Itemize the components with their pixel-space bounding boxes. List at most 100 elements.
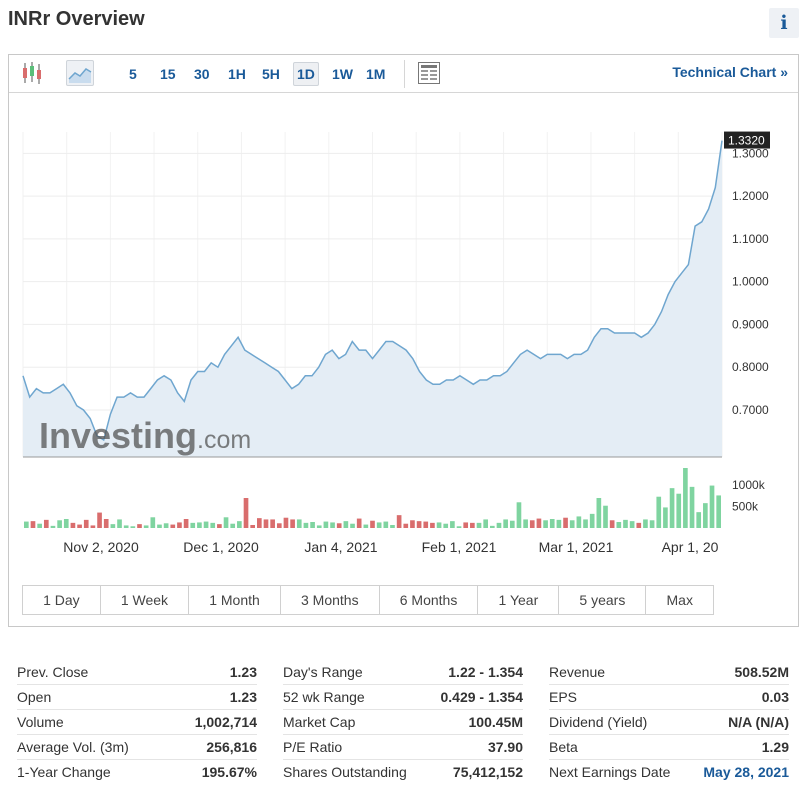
- range-1-year[interactable]: 1 Year: [478, 586, 560, 614]
- stat-row: 52 wk Range 0.429 - 1.354: [283, 685, 523, 710]
- volume-bar: [310, 522, 315, 528]
- volume-bar: [316, 525, 322, 528]
- volume-bar: [589, 513, 595, 528]
- interval-30[interactable]: 30: [191, 62, 213, 86]
- volume-bar: [656, 496, 662, 528]
- range-1-week[interactable]: 1 Week: [101, 586, 190, 614]
- volume-bar: [703, 503, 708, 528]
- range-6-months[interactable]: 6 Months: [380, 586, 479, 614]
- stat-value[interactable]: May 28, 2021: [703, 760, 789, 785]
- volume-bar: [237, 521, 242, 528]
- volume-bar: [423, 521, 429, 528]
- volume-bar: [217, 524, 222, 528]
- interval-1w[interactable]: 1W: [329, 62, 356, 86]
- stat-value: 1.29: [761, 739, 789, 755]
- volume-bar: [63, 519, 69, 528]
- volume-bar: [456, 526, 462, 528]
- volume-bar: [623, 519, 628, 528]
- volume-bar: [709, 485, 715, 528]
- volume-bar: [163, 523, 169, 528]
- volume-bar: [696, 512, 702, 528]
- x-tick-label: Apr 1, 20: [662, 539, 719, 555]
- stat-label: Dividend (Yield): [549, 714, 648, 730]
- y-tick-label: 1.1000: [732, 232, 769, 246]
- volume-bar: [43, 519, 49, 528]
- volume-bar: [177, 522, 182, 528]
- volume-bar: [450, 521, 455, 528]
- volume-bar: [529, 520, 535, 528]
- volume-bar: [443, 523, 449, 528]
- volume-bar: [323, 521, 329, 528]
- stat-row: Prev. Close 1.23: [17, 660, 257, 685]
- stat-row: Average Vol. (3m) 256,816: [17, 735, 257, 760]
- volume-bar: [37, 523, 42, 528]
- range-max[interactable]: Max: [646, 586, 713, 614]
- volume-bar: [603, 505, 608, 528]
- stat-value: 1.23: [229, 689, 257, 705]
- area-chart-icon[interactable]: [66, 60, 94, 86]
- range-3-months[interactable]: 3 Months: [281, 586, 380, 614]
- range-1-day[interactable]: 1 Day: [23, 586, 101, 614]
- stat-label: 52 wk Range: [283, 689, 365, 705]
- volume-bar: [183, 519, 189, 528]
- stat-value: 1.23: [229, 664, 257, 680]
- volume-bar: [103, 519, 109, 528]
- stat-row: Beta 1.29: [549, 735, 789, 760]
- interval-1h[interactable]: 1H: [225, 62, 249, 86]
- interval-5[interactable]: 5: [126, 62, 140, 86]
- volume-bar: [257, 518, 262, 528]
- volume-bar: [303, 522, 309, 528]
- interval-5h[interactable]: 5H: [259, 62, 283, 86]
- price-chart: 1.30001.20001.10001.00000.90000.80000.70…: [22, 131, 770, 555]
- volume-bar: [70, 522, 76, 528]
- volume-bar: [123, 525, 129, 528]
- range-5-years[interactable]: 5 years: [559, 586, 647, 614]
- volume-bar: [503, 519, 508, 528]
- candlestick-chart-icon[interactable]: [19, 60, 45, 86]
- stats-column-2: Day's Range 1.22 - 1.354 52 wk Range 0.429 …: [283, 660, 523, 785]
- y-tick-label: 0.7000: [732, 403, 769, 417]
- stat-value: 100.45M: [468, 714, 523, 730]
- x-tick-label: Nov 2, 2020: [63, 539, 139, 555]
- volume-bar: [203, 521, 209, 528]
- stat-row: Open 1.23: [17, 685, 257, 710]
- volume-bar: [296, 519, 302, 528]
- volume-bar: [24, 521, 29, 528]
- volume-bar: [356, 518, 362, 528]
- layout-icon[interactable]: [416, 60, 442, 86]
- page-title: INRr Overview: [8, 8, 145, 30]
- volume-bar: [376, 522, 382, 528]
- stat-value: N/A (N/A): [728, 714, 789, 730]
- stat-label: Average Vol. (3m): [17, 739, 129, 755]
- volume-bar: [636, 522, 642, 528]
- volume-bar: [683, 468, 688, 528]
- volume-bar: [210, 522, 216, 528]
- stats-column-1: Prev. Close 1.23 Open 1.23 Volume 1,002,714 Av…: [17, 660, 257, 785]
- y-tick-label: 1.0000: [732, 275, 769, 289]
- volume-bar: [143, 525, 149, 528]
- stat-value: 1,002,714: [194, 714, 257, 730]
- y-tick-label: 0.9000: [732, 317, 769, 331]
- stat-value: 0.429 - 1.354: [440, 689, 523, 705]
- info-icon[interactable]: i: [769, 8, 799, 38]
- volume-bar: [410, 520, 415, 528]
- interval-1d[interactable]: 1D: [293, 62, 319, 86]
- volume-bar: [137, 524, 142, 528]
- stat-row: Volume 1,002,714: [17, 710, 257, 735]
- stat-label: Shares Outstanding: [283, 764, 407, 780]
- technical-chart-link[interactable]: Technical Chart »: [672, 64, 788, 80]
- stat-label: Volume: [17, 714, 64, 730]
- interval-1m[interactable]: 1M: [363, 62, 388, 86]
- interval-15[interactable]: 15: [157, 62, 179, 86]
- volume-bar: [543, 520, 548, 528]
- volume-bar: [663, 507, 668, 528]
- volume-bar: [197, 522, 202, 528]
- volume-bar: [83, 519, 89, 528]
- x-tick-label: Jan 4, 2021: [304, 539, 377, 555]
- stat-label: Beta: [549, 739, 578, 755]
- stat-label: 1-Year Change: [17, 764, 111, 780]
- volume-bar: [629, 521, 635, 528]
- stat-label: Open: [17, 689, 52, 705]
- range-1-month[interactable]: 1 Month: [189, 586, 281, 614]
- stat-value: 0.03: [761, 689, 789, 705]
